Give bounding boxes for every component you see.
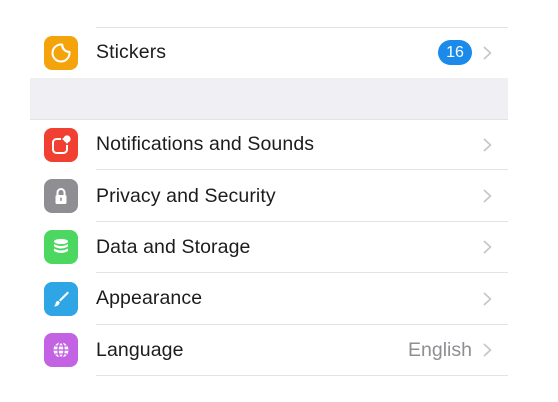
privacy-label: Privacy and Security [96, 184, 276, 207]
lock-icon [44, 179, 78, 214]
notifications-row[interactable]: Notifications and Sounds [30, 119, 508, 171]
appearance-row[interactable]: Appearance [30, 273, 508, 325]
settings-screen: Stickers 16 Notifications and Sounds Pri… [0, 0, 558, 402]
settings-list: Notifications and Sounds Privacy and Sec… [30, 119, 508, 376]
chevron-right-icon [483, 292, 492, 306]
notification-icon [44, 127, 78, 162]
chevron-right-icon [483, 46, 492, 59]
chevron-right-icon [483, 138, 492, 152]
chevron-right-icon [483, 343, 492, 357]
data-storage-row[interactable]: Data and Storage [30, 222, 508, 274]
stickers-row[interactable]: Stickers 16 [30, 27, 508, 78]
language-row[interactable]: Language English [30, 325, 508, 376]
data-storage-label: Data and Storage [96, 235, 251, 258]
language-value: English [408, 338, 472, 361]
stickers-label: Stickers [96, 41, 167, 63]
chevron-right-icon [483, 189, 492, 203]
appearance-label: Appearance [96, 287, 203, 310]
stickers-section: Stickers 16 [30, 0, 508, 78]
database-icon [44, 230, 78, 265]
section-separator [30, 78, 508, 119]
brush-icon [44, 281, 78, 316]
privacy-row[interactable]: Privacy and Security [30, 170, 508, 222]
notifications-label: Notifications and Sounds [96, 133, 315, 156]
stickers-count-badge: 16 [438, 40, 472, 65]
divider [96, 374, 508, 376]
chevron-right-icon [483, 241, 492, 254]
globe-icon [44, 333, 78, 368]
stickers-icon [44, 35, 78, 70]
language-label: Language [96, 338, 184, 361]
